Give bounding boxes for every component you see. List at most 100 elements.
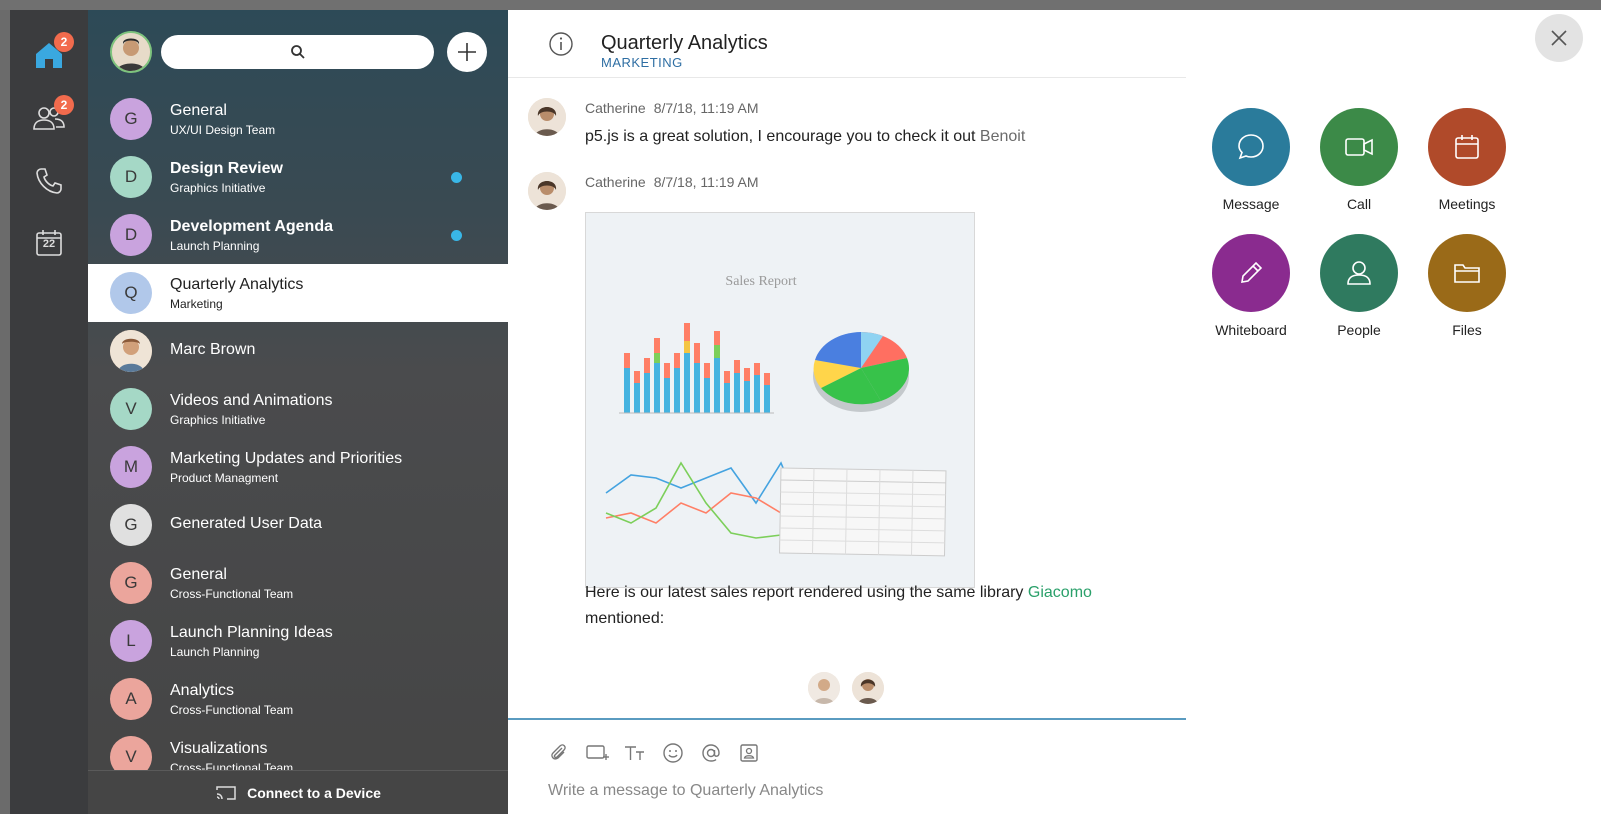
space-team: Cross-Functional Team (170, 587, 294, 601)
mention-link[interactable]: Giacomo (1028, 584, 1092, 601)
image-title: Sales Report (725, 274, 796, 289)
person-icon (1342, 256, 1376, 290)
space-avatar: G (110, 562, 152, 604)
mention-link[interactable]: Benoit (980, 128, 1025, 145)
space-item[interactable]: A Analytics Cross-Functional Team (88, 670, 508, 728)
teams-nav-button[interactable]: 2 (30, 95, 74, 137)
mention-button[interactable] (698, 740, 724, 766)
space-item[interactable]: V Videos and Animations Graphics Initiativ… (88, 380, 508, 438)
window-top-bar (0, 0, 1601, 10)
space-team: Cross-Functional Team (170, 761, 294, 770)
attach-button[interactable] (546, 740, 572, 766)
space-item[interactable]: D Development Agenda Launch Planning (88, 206, 508, 264)
action-call-button[interactable]: Call (1304, 108, 1414, 228)
space-item[interactable]: M Marketing Updates and Priorities Product… (88, 438, 508, 496)
calendar-nav-button[interactable]: 22 (30, 224, 68, 262)
action-people-button[interactable]: People (1304, 234, 1414, 354)
message-author-avatar[interactable] (528, 98, 566, 136)
unread-indicator (451, 230, 462, 241)
action-circle (1212, 234, 1290, 312)
chat-header: Quarterly Analytics MARKETING (508, 10, 1186, 78)
action-files-button[interactable]: Files (1412, 234, 1522, 354)
space-avatar: Q (110, 272, 152, 314)
home-badge: 2 (54, 32, 74, 52)
format-text-button[interactable] (622, 740, 648, 766)
message-author: Catherine (585, 174, 646, 190)
space-name: Marc Brown (170, 341, 256, 358)
space-avatar-initial: A (125, 689, 137, 708)
space-item[interactable]: D Design Review Graphics Initiative (88, 148, 508, 206)
image-data-table (779, 467, 947, 557)
space-avatar: D (110, 214, 152, 256)
nav-rail: 2 2 22 (10, 10, 88, 814)
space-item[interactable]: G General Cross-Functional Team (88, 554, 508, 612)
search-input[interactable] (161, 35, 434, 69)
space-team: UX/UI Design Team (170, 123, 276, 137)
message-input[interactable] (548, 778, 1148, 804)
chat-panel: Quarterly Analytics MARKETING Catherine 8… (508, 10, 1186, 814)
calls-nav-button[interactable] (30, 162, 68, 200)
space-avatar: M (110, 446, 152, 488)
self-avatar-photo (112, 33, 150, 71)
space-list-panel: G General UX/UI Design Team D Design Review G… (88, 10, 508, 814)
emoji-button[interactable] (660, 740, 686, 766)
chat-subtitle: MARKETING (601, 55, 683, 70)
teams-badge: 2 (54, 95, 74, 115)
action-circle (1320, 234, 1398, 312)
receipt-photo (852, 672, 884, 704)
at-sign-icon (702, 744, 720, 762)
space-name: General (170, 566, 227, 583)
share-screen-button[interactable] (584, 740, 610, 766)
message-composer (508, 718, 1186, 814)
self-avatar[interactable] (110, 31, 152, 73)
action-whiteboard-button[interactable]: Whiteboard (1196, 234, 1306, 354)
connect-device-button[interactable]: Connect to a Device (88, 770, 508, 814)
read-receipt-avatar (808, 672, 840, 704)
space-avatar-initial: G (124, 573, 138, 592)
close-icon (1551, 30, 1567, 46)
space-item[interactable]: L Launch Planning Ideas Launch Planning (88, 612, 508, 670)
space-team: Graphics Initiative (170, 181, 266, 195)
space-item[interactable]: V Visualizations Cross-Functional Team (88, 728, 508, 770)
action-label: People (1337, 322, 1381, 338)
message-meta: Catherine 8/7/18, 11:19 AM (585, 100, 759, 116)
space-list: G General UX/UI Design Team D Design Review G… (88, 90, 508, 770)
sales-report-image[interactable]: Sales Report (585, 212, 975, 588)
message-body: Here is our latest sales report rendered… (585, 584, 1024, 601)
action-message-button[interactable]: Message (1196, 108, 1306, 228)
space-avatar: G (110, 98, 152, 140)
add-space-button[interactable] (447, 32, 487, 72)
space-avatar: V (110, 388, 152, 430)
connect-device-label: Connect to a Device (247, 784, 381, 801)
space-avatar: V (110, 736, 152, 770)
action-label: Message (1222, 196, 1280, 212)
space-item[interactable]: G General UX/UI Design Team (88, 90, 508, 148)
message-time: 8/7/18, 11:19 AM (653, 174, 759, 190)
image-pie-chart (813, 332, 909, 412)
space-avatar: D (110, 156, 152, 198)
close-button[interactable] (1535, 14, 1583, 62)
text-format-icon (625, 746, 644, 760)
space-name: Analytics (170, 682, 235, 699)
space-name: General (170, 102, 227, 119)
space-list-header (88, 10, 508, 90)
action-circle (1212, 108, 1290, 186)
search-icon (290, 45, 305, 59)
space-name: Generated User Data (170, 515, 323, 532)
space-team: Launch Planning (170, 645, 260, 659)
message-author-avatar[interactable] (528, 172, 566, 210)
space-item[interactable]: G Generated User Data (88, 496, 508, 554)
message-body: p5.js is a great solution, I encourage y… (585, 128, 976, 145)
action-circle (1428, 234, 1506, 312)
catherine-avatar-photo (528, 172, 566, 210)
space-avatar: A (110, 678, 152, 720)
action-meetings-button[interactable]: Meetings (1412, 108, 1522, 228)
contact-card-icon (740, 744, 758, 762)
space-item[interactable]: Marc Brown (88, 322, 508, 380)
cast-icon (216, 785, 236, 800)
contact-card-button[interactable] (736, 740, 762, 766)
calendar-day: 22 (42, 238, 56, 250)
space-item[interactable]: Q Quarterly Analytics Marketing (88, 264, 508, 322)
home-nav-button[interactable]: 2 (30, 32, 74, 74)
space-info-button[interactable] (548, 31, 574, 57)
